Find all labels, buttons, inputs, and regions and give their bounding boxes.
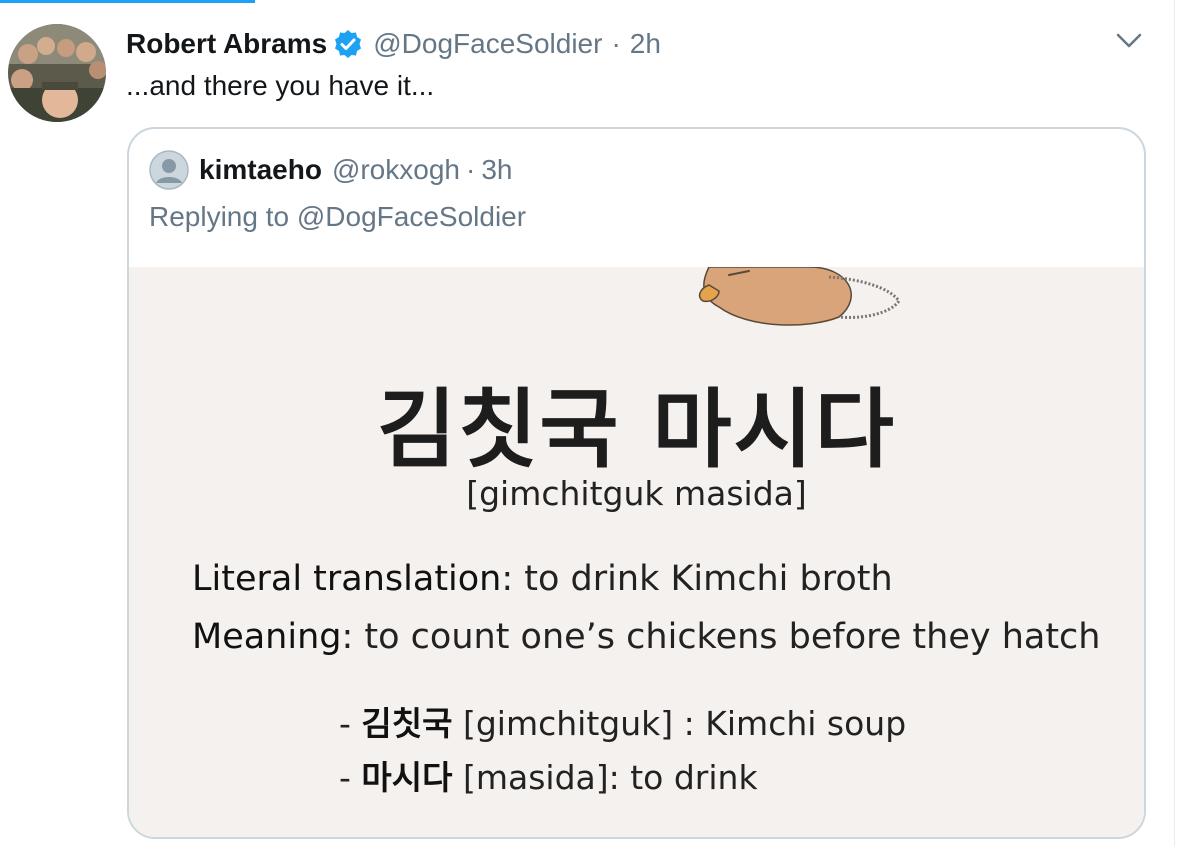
- meaning-value: : to count one’s chickens before they ha…: [341, 617, 1101, 657]
- avatar[interactable]: [8, 24, 106, 122]
- column-divider: [1174, 0, 1175, 846]
- vocab-item: - 마시다 [masida]: to drink: [339, 751, 758, 799]
- author-handle[interactable]: @DogFaceSoldier: [373, 28, 602, 60]
- quoted-author-name[interactable]: kimtaeho: [199, 154, 322, 186]
- quoted-tweet[interactable]: kimtaeho @rokxogh · 3h Replying to @DogF…: [127, 127, 1146, 839]
- header-separator: ·: [611, 28, 621, 59]
- vocab-dash: -: [339, 758, 362, 797]
- quoted-tweet-header: kimtaeho @rokxogh · 3h: [149, 149, 512, 191]
- replying-prefix: Replying to: [149, 201, 297, 232]
- quoted-timestamp[interactable]: 3h: [481, 154, 512, 186]
- vocab-korean: 김칫국: [361, 704, 453, 743]
- vocab-item: - 김칫국 [gimchitguk] : Kimchi soup: [339, 697, 906, 745]
- tweet-text: ...and there you have it...: [126, 70, 435, 101]
- tweet: Robert Abrams @DogFaceSoldier · 2h ...an…: [0, 0, 1174, 846]
- default-profile-icon[interactable]: [149, 150, 189, 190]
- meaning: Meaning: to count one’s chickens before …: [192, 617, 1100, 657]
- tweet-header: Robert Abrams @DogFaceSoldier · 2h: [126, 24, 661, 64]
- author-name[interactable]: Robert Abrams: [126, 28, 327, 60]
- replying-to: Replying to @DogFaceSoldier: [149, 201, 526, 233]
- verified-badge-icon: [333, 29, 363, 59]
- chevron-down-icon[interactable]: [1112, 26, 1146, 56]
- vocab-gloss: [masida]: to drink: [452, 758, 758, 797]
- literal-label: Literal translation: [192, 559, 502, 599]
- meaning-label: Meaning: [192, 617, 342, 657]
- replying-mention[interactable]: @DogFaceSoldier: [297, 201, 526, 232]
- tweet-timestamp[interactable]: 2h: [630, 28, 661, 60]
- vocab-korean: 마시다: [361, 758, 453, 797]
- literal-value: : to drink Kimchi broth: [501, 559, 893, 599]
- korean-phrase: 김칫국 마시다: [377, 380, 896, 480]
- cartoon-illustration: [698, 267, 901, 326]
- quoted-author-handle[interactable]: @rokxogh: [332, 154, 460, 186]
- romanization: [gimchitguk masida]: [466, 474, 807, 513]
- literal-translation: Literal translation: to drink Kimchi bro…: [192, 559, 893, 599]
- vocab-gloss: [gimchitguk] : Kimchi soup: [452, 704, 907, 743]
- quoted-media-image[interactable]: 김칫국 마시다 [gimchitguk masida] Literal tran…: [129, 267, 1144, 837]
- quoted-header-separator: ·: [465, 154, 476, 185]
- vocab-dash: -: [339, 704, 362, 743]
